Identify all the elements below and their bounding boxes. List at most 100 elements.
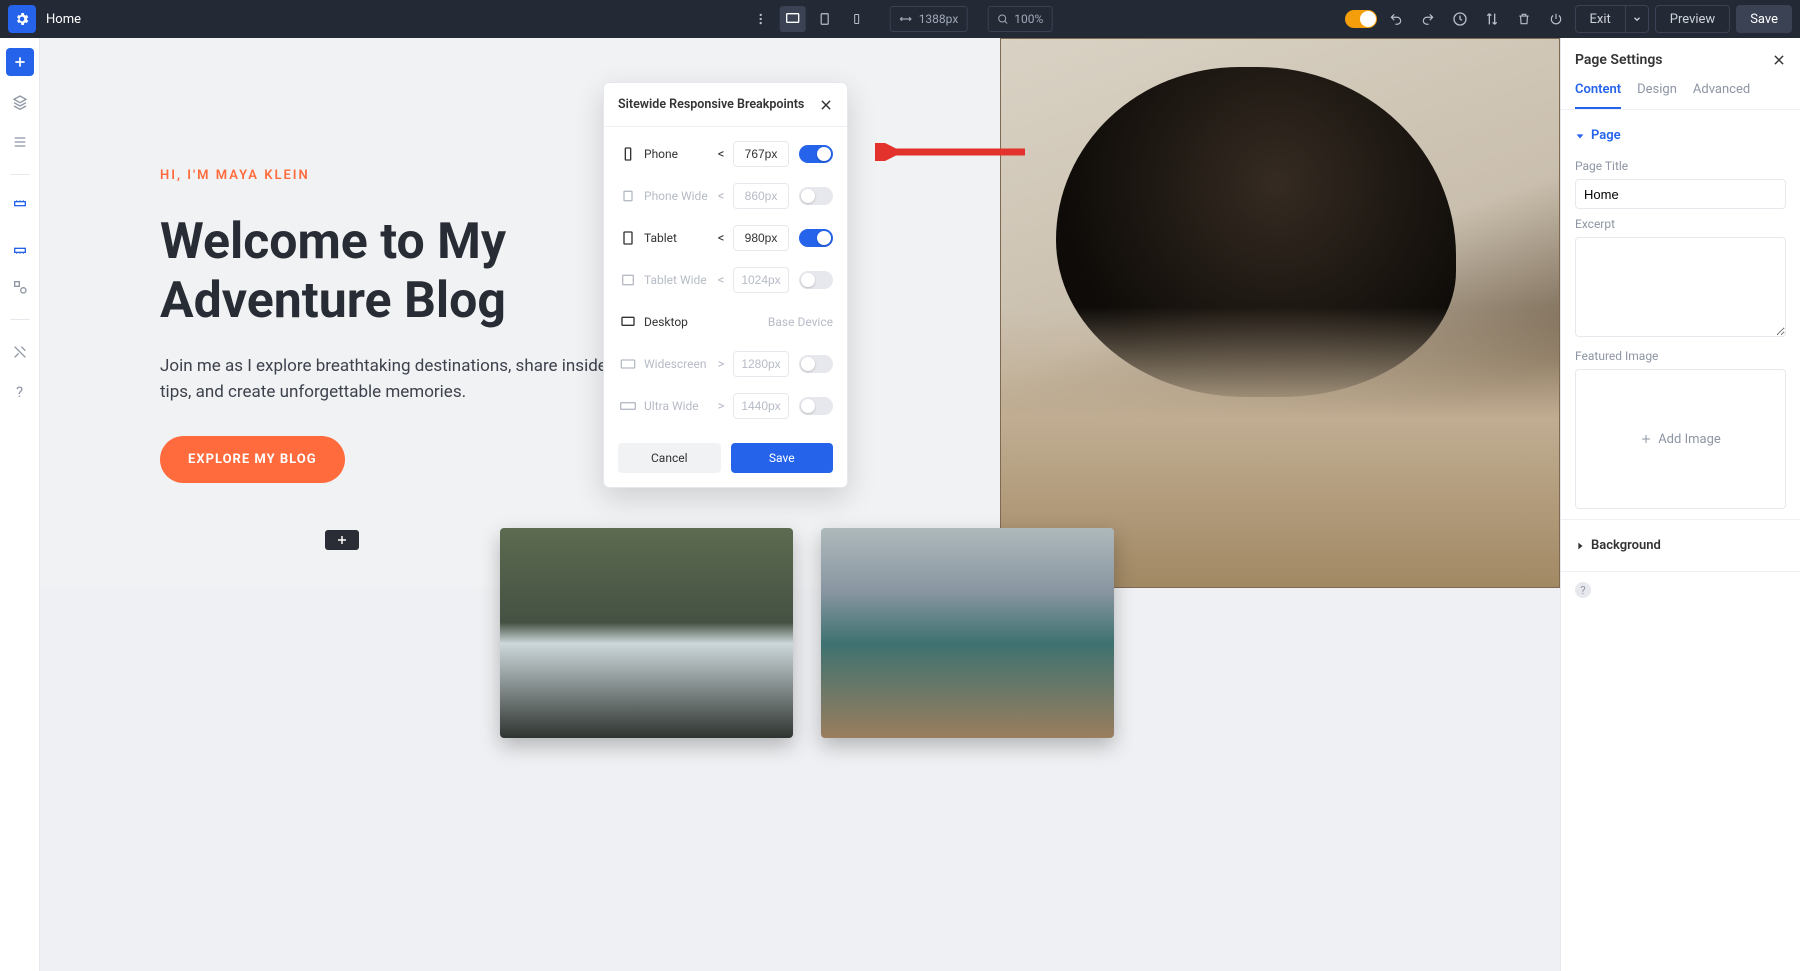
page-name[interactable]: Home [46,12,81,27]
section-background: Background [1561,520,1800,572]
gallery-card[interactable] [821,528,1114,738]
sort-button[interactable] [1479,6,1505,32]
device-tablet-button[interactable] [812,6,838,32]
redo-button[interactable] [1415,6,1441,32]
gallery-card[interactable] [500,528,793,738]
delete-button[interactable] [1511,6,1537,32]
breakpoint-value-input[interactable] [733,267,789,293]
question-icon: ? [16,383,23,401]
history-button[interactable] [1447,6,1473,32]
modal-footer: Cancel Save [604,433,847,487]
breakpoint-toggle[interactable] [799,397,833,415]
tablet-icon [618,230,638,246]
breakpoint-toggle[interactable] [799,271,833,289]
desktop-device-icon [785,11,801,27]
tools-button[interactable] [6,338,34,366]
close-icon [1772,53,1786,67]
undo-button[interactable] [1383,6,1409,32]
breakpoint-row: DesktopBase Device [618,301,833,343]
canvas-width-value: 1388px [919,12,959,26]
close-icon [819,98,833,112]
breakpoint-value-input[interactable] [733,225,789,251]
spacing-button[interactable] [6,128,34,156]
canvas[interactable]: HI, I'M MAYA KLEIN Welcome to My Adventu… [40,38,1560,971]
breakpoint-toggle[interactable] [799,145,833,163]
help-button[interactable]: ? [6,378,34,406]
global-footer-button[interactable] [6,233,34,261]
history-icon [1452,11,1468,27]
breakpoint-label: Phone Wide [638,189,715,203]
page-title-label: Page Title [1575,159,1786,173]
layers-button[interactable] [6,88,34,116]
modal-cancel-button[interactable]: Cancel [618,443,721,473]
section-background-label: Background [1591,538,1661,553]
add-element-button[interactable] [6,48,34,76]
sidebar-separator [10,319,30,320]
tab-advanced[interactable]: Advanced [1693,76,1750,109]
panel-tabs: Content Design Advanced [1561,76,1800,110]
breakpoints-modal: Sitewide Responsive Breakpoints Phone<Ph… [603,82,848,488]
plus-icon [1640,433,1652,445]
page-title-input[interactable] [1575,179,1786,209]
breakpoint-value-input[interactable] [733,141,789,167]
tab-content[interactable]: Content [1575,76,1621,109]
components-button[interactable] [6,273,34,301]
exit-button[interactable]: Exit [1575,5,1625,33]
tab-design[interactable]: Design [1637,76,1677,109]
settings-gear-button[interactable] [8,5,36,33]
power-icon [1549,12,1563,26]
hero-subhead[interactable]: Join me as I explore breathtaking destin… [160,353,640,406]
breakpoint-operator: < [715,231,727,246]
breakpoint-value-input[interactable] [733,393,789,419]
excerpt-textarea[interactable] [1575,237,1786,337]
zoom-display[interactable]: 100% [987,6,1052,32]
modal-title: Sitewide Responsive Breakpoints [618,97,819,112]
phone-wide-icon [618,188,638,204]
breakpoint-operator: < [715,273,727,288]
modal-close-button[interactable] [819,98,833,112]
power-button[interactable] [1543,6,1569,32]
add-image-label: Add Image [1658,432,1721,447]
undo-icon [1388,12,1404,26]
save-button[interactable]: Save [1736,5,1792,33]
panel-title: Page Settings [1575,52,1772,68]
section-background-header[interactable]: Background [1575,530,1786,561]
hero-headline[interactable]: Welcome to My Adventure Blog [160,213,640,331]
breakpoint-operator: < [715,147,727,162]
dots-vertical-icon [754,12,768,26]
preview-button[interactable]: Preview [1655,5,1730,33]
panel-help-button[interactable]: ? [1575,582,1591,598]
panel-close-button[interactable] [1772,53,1786,67]
chevron-down-icon [1632,14,1642,24]
more-menu-button[interactable] [748,6,774,32]
section-page: Page Page Title Excerpt Featured Image A… [1561,110,1800,520]
breakpoint-operator: > [715,357,727,372]
breakpoint-toggle[interactable] [799,187,833,205]
breakpoint-toggle[interactable] [799,229,833,247]
canvas-width-display[interactable]: 1388px [890,6,968,32]
modal-save-button[interactable]: Save [731,443,834,473]
device-desktop-button[interactable] [780,6,806,32]
gear-icon [14,11,30,27]
breakpoint-toggle[interactable] [799,355,833,373]
section-page-header[interactable]: Page [1575,120,1786,151]
featured-image-dropzone[interactable]: Add Image [1575,369,1786,509]
breakpoint-label: Desktop [638,315,768,329]
exit-dropdown[interactable] [1625,5,1649,33]
sort-icon [1484,11,1500,27]
gallery-row [40,528,1560,738]
hero-eyebrow[interactable]: HI, I'M MAYA KLEIN [160,168,640,183]
breakpoint-value-input[interactable] [733,183,789,209]
layers-icon [12,94,28,110]
hero-text: HI, I'M MAYA KLEIN Welcome to My Adventu… [160,168,640,483]
width-icon [899,12,913,26]
breakpoint-row: Widescreen> [618,343,833,385]
device-phone-button[interactable] [844,6,870,32]
global-header-button[interactable] [6,193,34,221]
hero-cta-button[interactable]: EXPLORE MY BLOG [160,436,345,483]
center-tools: 1388px 100% [748,6,1053,32]
components-icon [12,279,28,295]
breakpoint-value-input[interactable] [733,351,789,377]
mode-toggle[interactable] [1345,10,1377,28]
footer-icon [12,239,28,255]
